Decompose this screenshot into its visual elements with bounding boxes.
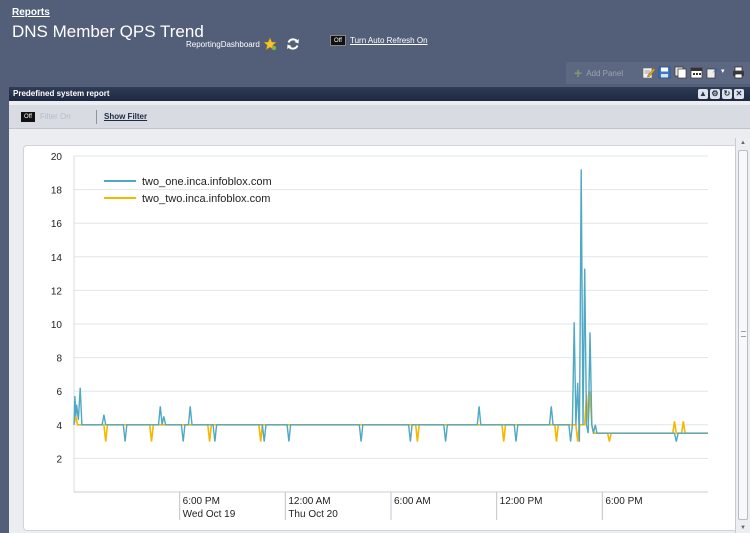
refresh-icon[interactable] — [286, 37, 300, 51]
y-tick-label: 14 — [51, 253, 63, 264]
page-title: DNS Member QPS Trend — [12, 22, 204, 41]
x-tick-sublabel: Thu Oct 20 — [288, 509, 338, 520]
x-tick-label: 12:00 AM — [288, 496, 330, 507]
dropdown-arrow-icon[interactable]: ▾ — [721, 67, 725, 75]
y-tick-label: 12 — [51, 286, 63, 297]
favorite-star-icon[interactable] — [263, 37, 277, 51]
x-tick-label: 6:00 AM — [394, 496, 431, 507]
y-tick-label: 6 — [56, 387, 62, 398]
y-tick-label: 16 — [51, 219, 63, 230]
page-header: Reports DNS Member QPS Trend ReportingDa… — [0, 0, 750, 88]
y-tick-label: 2 — [56, 454, 62, 465]
breadcrumb-reports[interactable]: Reports — [12, 7, 50, 18]
panel-title: Predefined system report — [13, 89, 110, 98]
x-tick-sublabel: Wed Oct 19 — [183, 509, 236, 520]
auto-refresh-link[interactable]: Turn Auto Refresh On — [350, 36, 428, 45]
y-tick-label: 18 — [51, 186, 63, 197]
dashboard-label: ReportingDashboard — [186, 40, 260, 49]
filter-toggle[interactable]: Off — [21, 112, 35, 122]
series-line-1 — [73, 169, 708, 442]
settings-icon[interactable]: ⚙ — [710, 89, 720, 99]
auto-refresh-toggle[interactable]: Off — [330, 35, 346, 46]
panel-title-bar: Predefined system report ▲ ⚙ ↻ ✕ — [9, 87, 750, 101]
edit-icon[interactable] — [642, 66, 655, 79]
vertical-scrollbar[interactable]: ▲ ▼ — [735, 138, 750, 533]
add-panel-label: Add Panel — [586, 68, 624, 78]
scroll-up-arrow-icon[interactable]: ▲ — [736, 138, 750, 148]
collapse-icon[interactable]: ▲ — [698, 89, 708, 99]
scrollbar-thumb[interactable] — [738, 150, 748, 520]
series-line-2 — [73, 391, 708, 442]
filter-on-label: Filter On — [40, 112, 71, 121]
chart-container: 2 4 6 8 10 12 14 16 18 20 6:00 PM Wed Oct 19 12:00 A… — [23, 145, 741, 531]
y-tick-label: 4 — [56, 421, 62, 432]
qps-trend-chart: 2 4 6 8 10 12 14 16 18 20 6:00 PM Wed Oct 19 12:00 A… — [51, 152, 708, 520]
show-filter-link[interactable]: Show Filter — [104, 112, 147, 121]
legend-label: two_one.inca.infoblox.com — [142, 176, 272, 188]
add-panel-button[interactable]: + Add Panel — [574, 65, 624, 81]
x-tick-label: 6:00 PM — [605, 496, 642, 507]
save-icon[interactable] — [658, 66, 671, 79]
y-tick-label: 8 — [56, 354, 62, 365]
y-tick-label: 20 — [51, 152, 63, 163]
y-tick-label: 10 — [51, 320, 63, 331]
export-icon[interactable] — [706, 66, 719, 79]
print-icon[interactable] — [732, 66, 745, 79]
dashboard-toolbar: + Add Panel ▾ — [566, 62, 750, 84]
filter-bar: Off Filter On Show Filter — [9, 105, 750, 129]
divider — [96, 110, 97, 124]
add-icon: + — [574, 65, 583, 81]
scroll-down-arrow-icon[interactable]: ▼ — [736, 523, 750, 533]
schedule-icon[interactable] — [690, 66, 703, 79]
x-tick-label: 6:00 PM — [183, 496, 220, 507]
refresh-icon[interactable]: ↻ — [722, 89, 732, 99]
scroll-grip-icon — [741, 331, 746, 337]
x-tick-label: 12:00 PM — [500, 496, 543, 507]
close-icon[interactable]: ✕ — [734, 89, 744, 99]
report-panel: Predefined system report ▲ ⚙ ↻ ✕ Off Fil… — [9, 87, 750, 533]
copy-icon[interactable] — [674, 66, 687, 79]
legend-label: two_two.inca.infoblox.com — [142, 193, 270, 205]
